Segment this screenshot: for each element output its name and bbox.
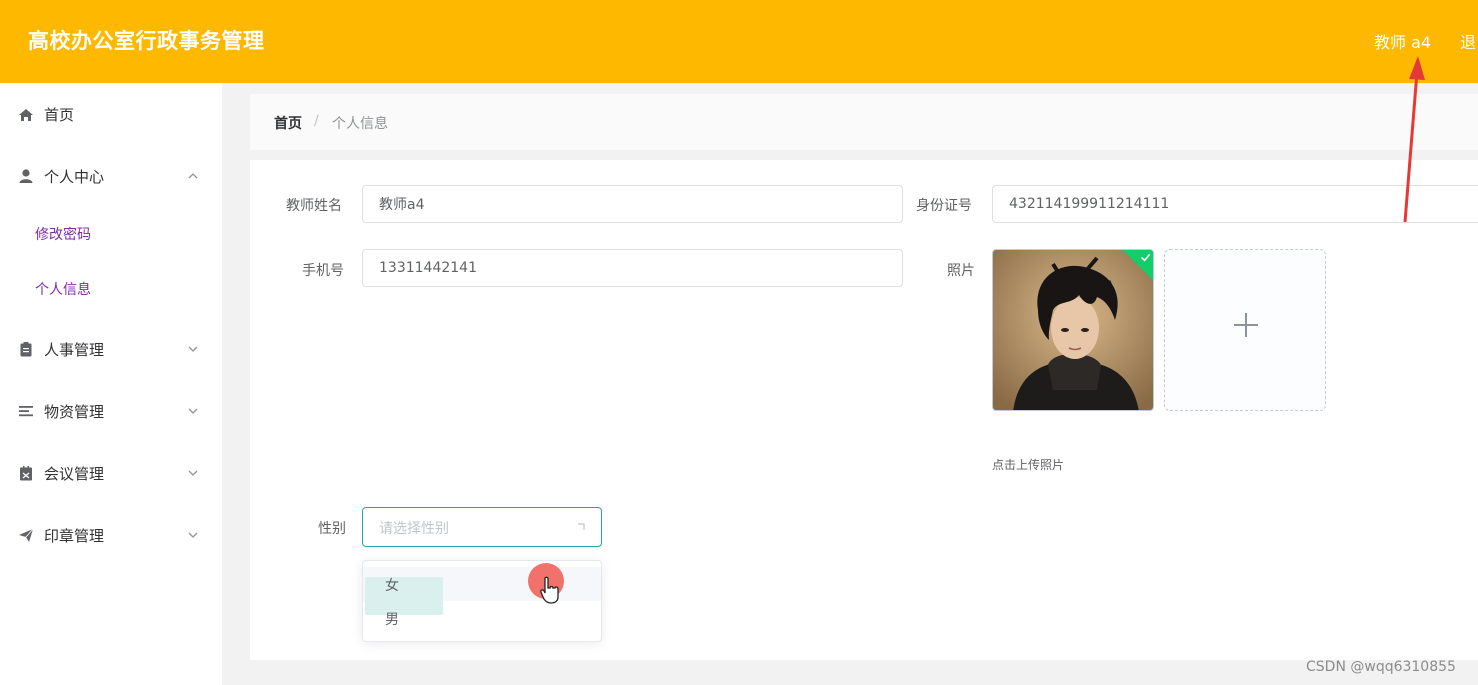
option-label: 男 — [385, 612, 399, 628]
sidebar-item-label: 人事管理 — [44, 340, 105, 359]
sidebar-item-materials[interactable]: 物资管理 — [0, 391, 222, 431]
hand-cursor-icon — [540, 576, 559, 604]
teacher-name-input[interactable] — [362, 185, 903, 223]
logout-link[interactable]: 退 — [1460, 29, 1476, 53]
sidebar-subitem-change-password[interactable]: 修改密码 — [35, 224, 91, 244]
sidebar-item-personal-center[interactable]: 个人中心 — [0, 156, 222, 196]
sidebar-item-label: 个人中心 — [44, 167, 105, 186]
list-icon — [19, 406, 33, 417]
clipboard-icon — [20, 342, 32, 357]
sidebar-item-label: 印章管理 — [44, 526, 105, 545]
gender-option-female[interactable]: 女 — [363, 567, 601, 615]
personal-info-form: 教师姓名 身份证号 手机号 照片 — [250, 160, 1478, 660]
calendar-icon — [20, 466, 32, 481]
sidebar-item-label: 物资管理 — [44, 402, 105, 421]
gender-select[interactable]: 请选择性别 — [362, 507, 602, 547]
breadcrumb-home[interactable]: 首页 — [274, 113, 302, 133]
phone-label: 手机号 — [302, 263, 344, 279]
teacher-name-label: 教师姓名 — [286, 198, 342, 214]
chevron-up-icon — [188, 173, 198, 179]
sidebar-item-meetings[interactable]: 会议管理 — [0, 453, 222, 493]
id-number-input[interactable] — [992, 185, 1478, 223]
uploaded-photo[interactable] — [992, 249, 1154, 411]
profile-photo-image — [993, 250, 1153, 410]
plus-icon — [1234, 313, 1258, 337]
sidebar-item-home[interactable]: 首页 — [0, 94, 222, 134]
gender-dropdown: 女 男 — [362, 560, 602, 642]
gender-select-placeholder: 请选择性别 — [379, 521, 449, 537]
user-icon — [19, 169, 33, 183]
check-icon — [1141, 253, 1151, 262]
gender-option-male[interactable]: 男 — [363, 601, 601, 635]
app-title: 高校办公室行政事务管理 — [28, 29, 265, 53]
gender-label: 性别 — [318, 521, 346, 537]
chevron-down-icon — [188, 408, 198, 414]
option-label: 女 — [385, 578, 399, 594]
home-icon — [19, 109, 33, 121]
watermark: CSDN @wqq6310855 — [1306, 659, 1456, 675]
chevron-down-icon — [188, 346, 198, 352]
send-icon — [19, 528, 34, 542]
current-user-name[interactable]: 教师 a4 — [1374, 29, 1431, 53]
upload-tip: 点击上传照片 — [992, 458, 1065, 472]
photo-label: 照片 — [947, 263, 975, 279]
sidebar-item-label: 会议管理 — [44, 464, 105, 483]
sidebar: 首页 个人中心 修改密码 个人信息 人事管理 物资管理 会议管理 印章管理 — [0, 83, 222, 685]
phone-input[interactable] — [362, 249, 903, 287]
breadcrumb-separator: / — [314, 113, 319, 129]
sidebar-subitem-personal-info[interactable]: 个人信息 — [35, 279, 91, 299]
upload-photo-button[interactable] — [1164, 249, 1326, 411]
id-number-label: 身份证号 — [916, 198, 972, 214]
top-header: 高校办公室行政事务管理 教师 a4 退 — [0, 0, 1478, 83]
breadcrumb: 首页 / 个人信息 — [250, 94, 1478, 150]
sidebar-item-label: 首页 — [44, 105, 75, 124]
chevron-down-icon — [188, 532, 198, 538]
breadcrumb-current: 个人信息 — [332, 116, 388, 132]
select-arrow-icon — [578, 523, 585, 530]
sidebar-item-personnel[interactable]: 人事管理 — [0, 329, 222, 369]
sidebar-item-seals[interactable]: 印章管理 — [0, 515, 222, 555]
chevron-down-icon — [188, 470, 198, 476]
